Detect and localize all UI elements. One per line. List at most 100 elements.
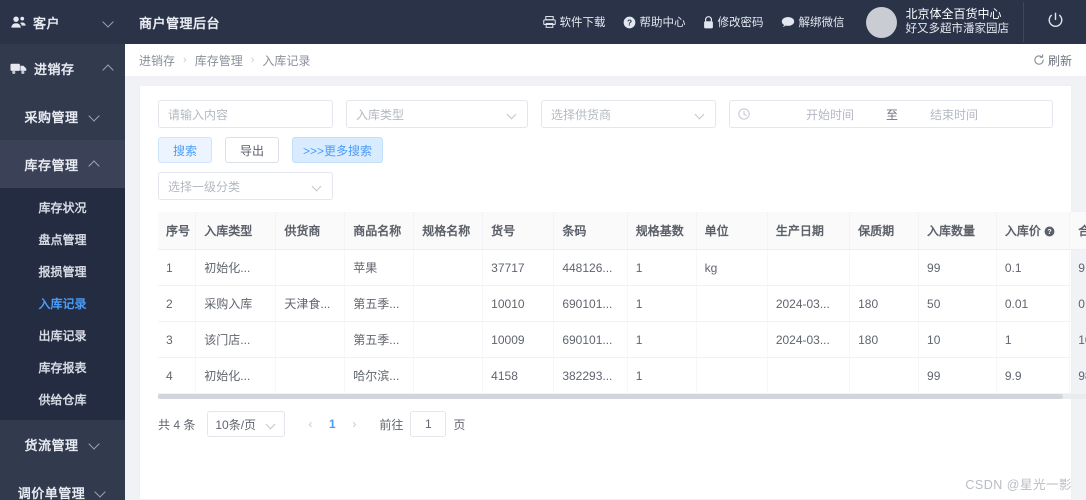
cell-supplier: 天津食... — [275, 285, 346, 322]
app-root: 客户 进销存 采购管理 库存管理 库存状况 盘点管理 报损管理 入库记录 出库记… — [0, 0, 1086, 500]
sidebar-item-stocktake[interactable]: 盘点管理 — [0, 224, 125, 256]
search-input[interactable]: 请输入内容 — [158, 100, 333, 128]
refresh-button[interactable]: 刷新 — [1033, 52, 1072, 69]
breadcrumb-item-2[interactable]: 库存管理 — [195, 52, 243, 69]
cell-spec-name — [413, 321, 484, 358]
chevron-up-icon — [89, 158, 101, 170]
chevron-down-icon — [103, 16, 115, 28]
table-header-row: 序号 入库类型 供货商 商品名称 规格名称 货号 条码 规格基数 单位 生产日期… — [158, 212, 1086, 250]
goto-unit-label: 页 — [453, 417, 466, 432]
sidebar-menu-logistics-label: 货流管理 — [24, 437, 79, 453]
logout-button[interactable] — [1024, 0, 1086, 44]
cell-goods: 第五季... — [344, 285, 415, 322]
sidebar-menu-price-adjust-label: 调价单管理 — [17, 485, 86, 500]
sidebar-item-stock-report[interactable]: 库存报表 — [0, 352, 125, 384]
change-password-link[interactable]: 修改密码 — [703, 14, 764, 30]
cell-seq: 3 — [158, 321, 197, 358]
help-center-link[interactable]: ? 帮助中心 — [623, 14, 686, 30]
th-unit: 单位 — [696, 212, 768, 250]
records-panel: 请输入内容 入库类型 选择供货商 开始时间 至 结束时间 搜索 导出 >>>更多… — [139, 85, 1086, 500]
page-size-select[interactable]: 10条/页 — [207, 411, 286, 437]
cell-barcode: 690101... — [553, 285, 628, 322]
cell-spec-base: 1 — [627, 249, 697, 286]
cell-shelf-life: 180 — [849, 321, 920, 358]
export-button[interactable]: 导出 — [225, 137, 280, 163]
software-download-link[interactable]: 软件下载 — [542, 14, 606, 30]
breadcrumb-separator: › — [183, 54, 187, 66]
cell-price: 0.1 — [996, 249, 1071, 286]
app-title: 商户管理后台 — [139, 15, 221, 31]
scrollbar-thumb[interactable] — [158, 394, 1063, 399]
sidebar-item-supply-warehouse[interactable]: 供给仓库 — [0, 384, 125, 416]
supplier-select[interactable]: 选择供货商 — [541, 100, 716, 128]
cell-in-type: 采购入库 — [195, 285, 277, 322]
sidebar-menu-price-adjust[interactable]: 调价单管理 — [0, 468, 125, 500]
cell-shelf-life — [849, 357, 920, 394]
table-horizontal-scrollbar[interactable] — [158, 394, 1086, 399]
cell-item-no: 4158 — [482, 357, 555, 394]
truck-icon — [10, 60, 27, 76]
sidebar-menu-logistics[interactable]: 货流管理 — [0, 420, 125, 468]
sidebar-item-inbound-records[interactable]: 入库记录 — [0, 288, 125, 320]
page-size-value: 10条/页 — [215, 417, 257, 432]
sidebar: 客户 进销存 采购管理 库存管理 库存状况 盘点管理 报损管理 入库记录 出库记… — [0, 0, 125, 500]
cell-shelf-life: 180 — [849, 285, 920, 322]
more-search-button[interactable]: >>>更多搜索 — [292, 137, 384, 163]
search-button[interactable]: 搜索 — [158, 137, 213, 163]
cell-spec-name — [413, 357, 484, 394]
cell-seq: 4 — [158, 357, 197, 394]
question-circle-icon: ? — [623, 16, 636, 29]
help-circle-icon[interactable]: ? — [1044, 226, 1055, 237]
inbound-type-select[interactable]: 入库类型 — [346, 100, 528, 128]
sidebar-group-jinxiaocun[interactable]: 进销存 — [0, 44, 125, 92]
table-row[interactable]: 2 采购入库 天津食... 第五季... 10010 690101... 1 2… — [158, 285, 1086, 322]
cell-qty: 99 — [918, 249, 997, 286]
user-name: 北京体全百货中心 — [905, 6, 1002, 21]
sidebar-item-stock-status[interactable]: 库存状况 — [0, 192, 125, 224]
sidebar-menu-purchase[interactable]: 采购管理 — [0, 92, 125, 140]
th-barcode: 条码 — [553, 212, 628, 250]
sidebar-item-damage[interactable]: 报损管理 — [0, 256, 125, 288]
unbind-wechat-link[interactable]: 解绑微信 — [781, 14, 845, 30]
user-profile[interactable]: 北京体全百货中心 好又多超市潘家园店 — [865, 6, 1010, 38]
cell-in-type: 该门店... — [195, 321, 277, 358]
sidebar-item-outbound-records[interactable]: 出库记录 — [0, 320, 125, 352]
chevron-down-icon — [89, 110, 101, 122]
cell-prod-date: 2024-03... — [767, 285, 851, 322]
category-select[interactable]: 选择一级分类 — [158, 172, 333, 200]
lock-icon — [703, 15, 714, 29]
sidebar-submenu-inventory: 库存状况 盘点管理 报损管理 入库记录 出库记录 库存报表 供给仓库 — [0, 188, 125, 420]
power-icon — [1046, 11, 1065, 33]
prev-page-button[interactable]: ‹ — [299, 417, 321, 431]
th-qty: 入库数量 — [918, 212, 997, 250]
breadcrumb: 进销存 › 库存管理 › 入库记录 — [139, 52, 310, 69]
chevron-down-icon — [266, 419, 277, 430]
chevron-down-icon — [507, 109, 518, 120]
breadcrumb-item-3[interactable]: 入库记录 — [262, 52, 310, 69]
table-row[interactable]: 1 初始化... 苹果 37717 448126... 1 kg 99 0.1 … — [158, 249, 1086, 286]
pagination: 共 4 条 10条/页 ‹ 1 › 前往 1 页 — [150, 399, 1061, 437]
user-group-icon — [10, 14, 26, 30]
sidebar-menu-inventory-label: 库存管理 — [24, 157, 79, 173]
topbar: 商户管理后台 软件下载 ? 帮助中心 修改密码 解绑微信 北京体全百货中心 好又… — [125, 0, 1086, 44]
table-row[interactable]: 4 初始化... 哈尔滨... 4158 382293... 1 99 9.9 … — [158, 357, 1086, 394]
end-date-input[interactable]: 结束时间 — [900, 106, 1008, 123]
refresh-label: 刷新 — [1047, 53, 1072, 68]
breadcrumb-item-1[interactable]: 进销存 — [139, 52, 175, 69]
cell-goods: 苹果 — [344, 249, 415, 286]
breadcrumb-separator: › — [250, 54, 255, 66]
table-row[interactable]: 3 该门店... 第五季... 10009 690101... 1 2024-0… — [158, 321, 1086, 358]
date-range-picker[interactable]: 开始时间 至 结束时间 — [729, 100, 1053, 128]
th-in-type: 入库类型 — [195, 212, 277, 250]
sidebar-group-label: 进销存 — [34, 61, 75, 77]
user-store: 好又多超市潘家园店 — [905, 23, 1010, 36]
sidebar-menu-inventory[interactable]: 库存管理 — [0, 140, 125, 188]
start-date-input[interactable]: 开始时间 — [776, 106, 884, 123]
sidebar-item-customer[interactable]: 客户 — [0, 0, 125, 44]
next-page-button[interactable]: › — [343, 417, 365, 431]
goto-page-input[interactable]: 1 — [410, 411, 447, 437]
cell-price: 9.9 — [996, 357, 1071, 394]
page-number-1[interactable]: 1 — [321, 417, 343, 431]
cell-spec-base: 1 — [627, 321, 697, 358]
chevron-down-icon — [89, 438, 101, 450]
